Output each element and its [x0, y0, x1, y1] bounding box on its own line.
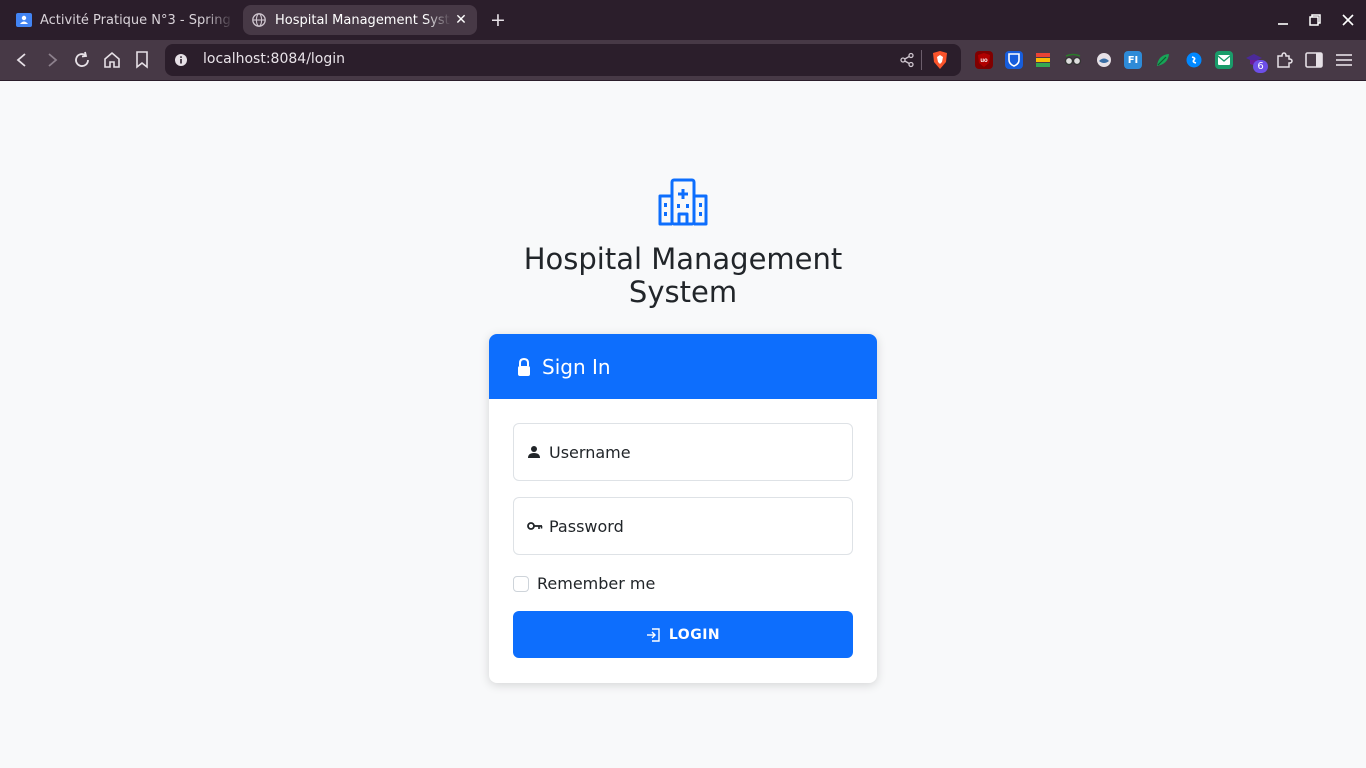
login-icon: [646, 627, 660, 642]
glasses-icon[interactable]: [1064, 51, 1082, 69]
login-label: LOGIN: [668, 626, 721, 643]
shazam-icon[interactable]: [1185, 51, 1203, 69]
fi-icon[interactable]: FI: [1124, 51, 1142, 69]
restore-icon[interactable]: [1305, 10, 1325, 30]
address-bar[interactable]: localhost:8084/login: [165, 44, 961, 76]
minimize-icon[interactable]: [1273, 10, 1293, 30]
extensions-puzzle-icon[interactable]: [1272, 48, 1296, 72]
sign-in-card: Sign In Username Password Remember me LO…: [489, 334, 877, 683]
back-icon[interactable]: [10, 48, 34, 72]
omnibox-divider: [921, 50, 922, 70]
tab-hospital-management[interactable]: Hospital Management Syst ✕: [243, 5, 477, 35]
login-page: Hospital Management System Sign In Usern…: [0, 81, 1366, 768]
svg-text:uo: uo: [980, 58, 988, 64]
browser-toolbar: localhost:8084/login uo FI 6: [0, 40, 1366, 81]
menu-icon[interactable]: [1332, 48, 1356, 72]
share-icon[interactable]: [895, 48, 919, 72]
browser-tab-bar: Activité Pratique N°3 - Spring M Hospita…: [0, 0, 1366, 40]
username-field[interactable]: Username: [513, 423, 853, 481]
close-tab-icon[interactable]: ✕: [451, 10, 471, 30]
home-icon[interactable]: [100, 48, 124, 72]
hospital-icon: [657, 178, 709, 226]
lock-icon: [516, 356, 532, 378]
dark-reader-icon[interactable]: [1095, 51, 1113, 69]
bitwarden-icon[interactable]: [1005, 51, 1023, 69]
ublock-icon[interactable]: uo: [975, 51, 993, 69]
mail-icon[interactable]: [1215, 51, 1233, 69]
reload-icon[interactable]: [70, 48, 94, 72]
remember-me[interactable]: Remember me: [513, 574, 655, 593]
globe-icon: [251, 12, 267, 28]
page-title: Hospital Management System: [523, 242, 843, 309]
sidebar-icon[interactable]: [1302, 48, 1326, 72]
tab-title: Hospital Management Syst: [275, 12, 450, 28]
password-label: Password: [549, 516, 624, 536]
google-keep-icon[interactable]: [1034, 51, 1052, 69]
leaf-icon[interactable]: [1154, 51, 1172, 69]
brave-shields-icon[interactable]: [928, 48, 952, 72]
remember-me-checkbox[interactable]: [513, 575, 529, 592]
username-label: Username: [549, 442, 631, 462]
key-icon: [527, 518, 545, 534]
person-icon: [527, 444, 545, 460]
tab-activite-pratique[interactable]: Activité Pratique N°3 - Spring M: [8, 5, 234, 35]
tab-title: Activité Pratique N°3 - Spring M: [40, 12, 234, 28]
card-header: Sign In: [489, 334, 877, 399]
password-field[interactable]: Password: [513, 497, 853, 555]
remember-me-label: Remember me: [537, 574, 656, 593]
bookmark-icon[interactable]: [130, 48, 154, 72]
google-classroom-icon: [16, 12, 32, 28]
close-window-icon[interactable]: [1338, 10, 1358, 30]
card-title: Sign In: [542, 354, 611, 379]
url-text: localhost:8084/login: [203, 51, 346, 67]
new-tab-button[interactable]: +: [487, 9, 509, 31]
site-info-icon[interactable]: [173, 52, 189, 68]
login-button[interactable]: LOGIN: [513, 611, 853, 658]
forward-icon[interactable]: [40, 48, 64, 72]
extension-badge: 6: [1253, 60, 1268, 73]
